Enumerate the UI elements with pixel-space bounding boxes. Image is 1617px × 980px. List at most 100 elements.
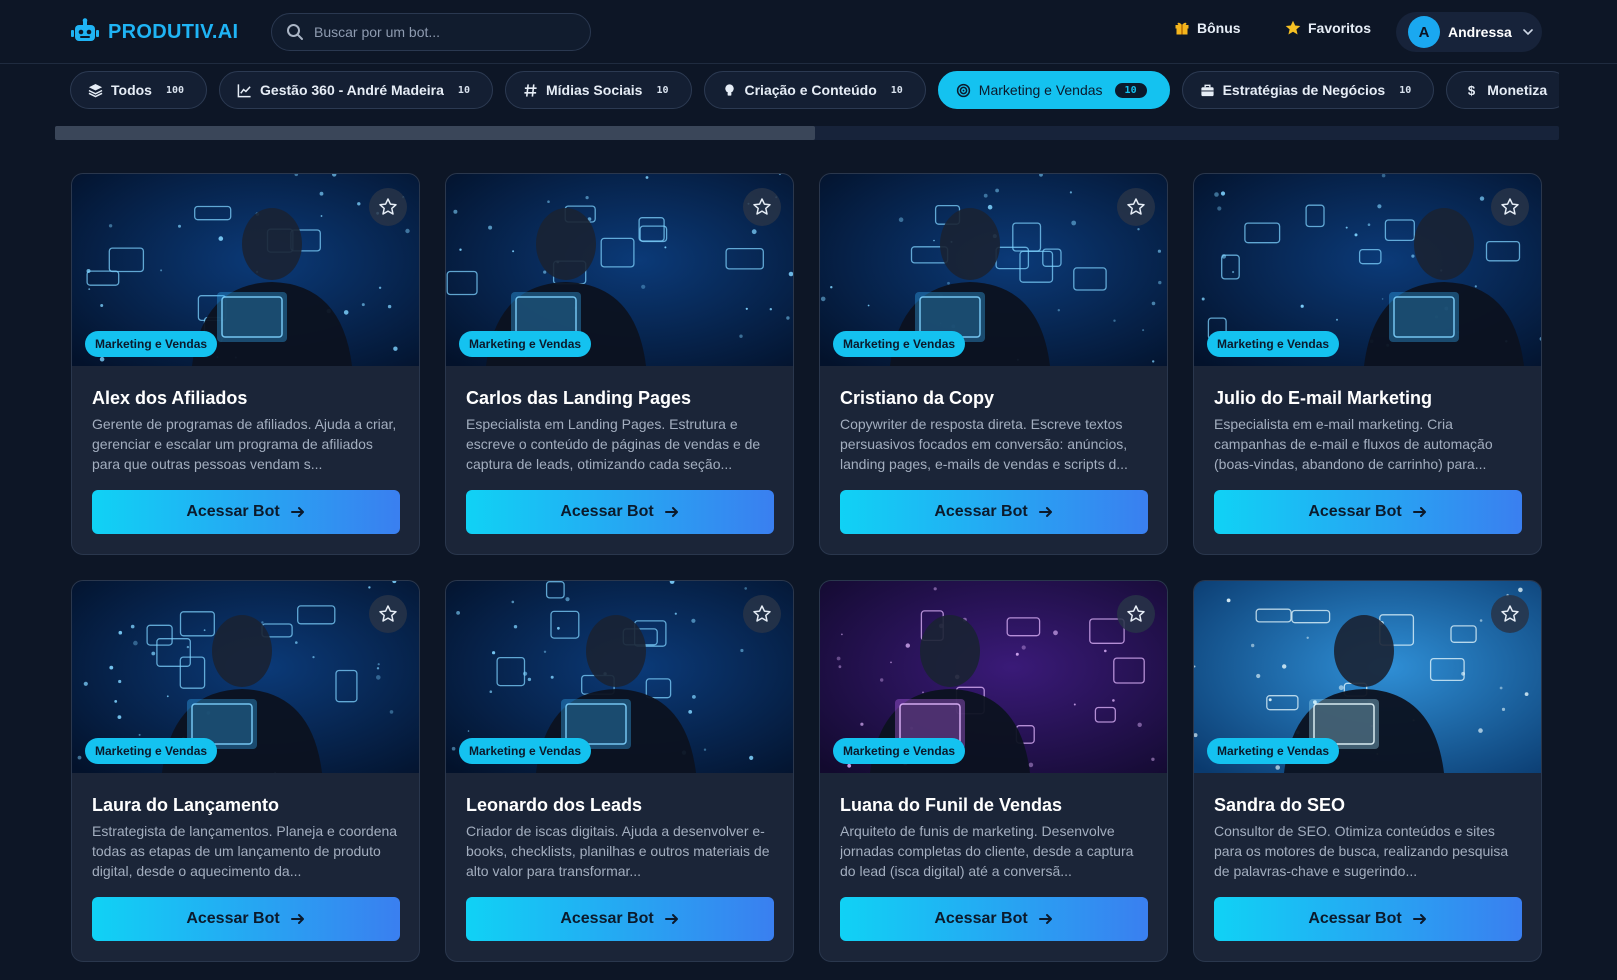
top-header: PRODUTIV.AI Bônus Favoritos A Andressa (0, 0, 1617, 64)
star-filled-icon (1285, 20, 1301, 35)
arrow-right-icon (664, 914, 678, 924)
arrow-right-icon (1038, 507, 1052, 517)
bot-card: Marketing e Vendas Laura do Lançamento Est… (71, 580, 420, 962)
tab-gestao-360-andre-madeira[interactable]: Gestão 360 - André Madeira 10 (219, 71, 493, 109)
favorite-button[interactable] (369, 595, 407, 633)
favorite-button[interactable] (1117, 188, 1155, 226)
favorite-button[interactable] (743, 188, 781, 226)
bot-thumbnail: Marketing e Vendas (820, 174, 1167, 366)
bot-card: Marketing e Vendas Carlos das Landing Pag… (445, 173, 794, 555)
arrow-right-icon (1038, 914, 1052, 924)
bot-description: Especialista em Landing Pages. Estrutura… (466, 416, 761, 472)
search-bar (271, 13, 591, 51)
favorite-button[interactable] (743, 595, 781, 633)
bot-card: Marketing e Vendas Leonardo dos Leads Cria… (445, 580, 794, 962)
bot-title: Sandra do SEO (1214, 795, 1346, 815)
layers-icon (88, 83, 103, 97)
tab-count: 10 (1114, 82, 1147, 98)
favorites-link[interactable]: Favoritos (1285, 20, 1371, 36)
target-icon (956, 83, 970, 97)
star-outline-icon (1127, 198, 1145, 215)
hashtag-icon (524, 83, 537, 97)
access-bot-label: Acessar Bot (186, 503, 280, 520)
tab-label: Marketing e Vendas (978, 82, 1103, 98)
tab-estrategias-de-negocios[interactable]: Estratégias de Negócios 10 (1181, 71, 1435, 109)
logo-text: PRODUTIV.AI (108, 20, 239, 43)
bot-description: Copywriter de resposta direta. Escreve t… (840, 416, 1128, 472)
access-bot-label: Acessar Bot (560, 910, 654, 927)
access-bot-button[interactable]: Acessar Bot (466, 490, 774, 534)
tab-criacao-e-conteudo[interactable]: Criação e Conteúdo 10 (703, 71, 926, 109)
arrow-right-icon (290, 914, 304, 924)
arrow-right-icon (290, 507, 304, 517)
bot-card: Marketing e Vendas Luana do Funil de Vend… (819, 580, 1168, 962)
category-badge: Marketing e Vendas (1207, 331, 1340, 357)
tab-monetiza[interactable]: $ Monetiza (1446, 71, 1559, 109)
tab-label: Todos (111, 82, 152, 98)
category-badge: Marketing e Vendas (459, 738, 592, 764)
bot-thumbnail: Marketing e Vendas (446, 174, 793, 366)
star-outline-icon (1127, 605, 1145, 622)
category-tabs: Todos 100 Gestão 360 - André Madeira 10 Mídi… (70, 71, 1559, 111)
access-bot-label: Acessar Bot (1308, 910, 1402, 927)
tab-label: Gestão 360 - André Madeira (260, 82, 444, 98)
bot-description: Gerente de programas de afiliados. Ajuda… (92, 416, 397, 472)
favorite-button[interactable] (1117, 595, 1155, 633)
tab-count: 100 (165, 84, 185, 96)
access-bot-label: Acessar Bot (1308, 503, 1402, 520)
access-bot-label: Acessar Bot (934, 503, 1028, 520)
access-bot-button[interactable]: Acessar Bot (1214, 897, 1522, 941)
bot-description: Especialista em e-mail marketing. Cria c… (1214, 416, 1493, 472)
bot-thumbnail: Marketing e Vendas (72, 581, 419, 773)
user-menu[interactable]: A Andressa (1396, 12, 1542, 52)
bot-title: Laura do Lançamento (92, 795, 280, 815)
access-bot-button[interactable]: Acessar Bot (92, 490, 400, 534)
access-bot-button[interactable]: Acessar Bot (840, 490, 1148, 534)
bot-title: Julio do E-mail Marketing (1214, 388, 1433, 408)
arrow-right-icon (1412, 914, 1426, 924)
bot-thumbnail: Marketing e Vendas (1194, 174, 1541, 366)
tab-midias-sociais[interactable]: Mídias Sociais 10 (504, 71, 692, 109)
search-icon (287, 24, 303, 40)
bot-title: Carlos das Landing Pages (466, 388, 692, 408)
bot-title: Luana do Funil de Vendas (840, 795, 1063, 815)
bot-description: Arquiteto de funis de marketing. Desenvo… (840, 823, 1134, 879)
robot-icon (71, 18, 99, 41)
bot-title: Alex dos Afiliados (92, 388, 248, 408)
access-bot-button[interactable]: Acessar Bot (466, 897, 774, 941)
bot-description: Criador de iscas digitais. Ajuda a desen… (466, 823, 770, 879)
bot-card: Marketing e Vendas Julio do E-mail Market… (1193, 173, 1542, 555)
logo[interactable]: PRODUTIV.AI (70, 16, 238, 48)
category-badge: Marketing e Vendas (85, 738, 218, 764)
tab-marketing-e-vendas[interactable]: Marketing e Vendas 10 (937, 71, 1170, 109)
access-bot-button[interactable]: Acessar Bot (840, 897, 1148, 941)
favorite-button[interactable] (1491, 188, 1529, 226)
tabs-scrollbar[interactable] (55, 126, 1559, 140)
favorites-label: Favoritos (1308, 20, 1372, 36)
star-outline-icon (1501, 605, 1519, 622)
bot-card: Marketing e Vendas Cristiano da Copy Copyw… (819, 173, 1168, 555)
bonus-link[interactable]: Bônus (1174, 20, 1241, 36)
favorite-button[interactable] (369, 188, 407, 226)
access-bot-button[interactable]: Acessar Bot (1214, 490, 1522, 534)
category-badge: Marketing e Vendas (1207, 738, 1340, 764)
tab-todos[interactable]: Todos 100 (70, 71, 208, 109)
gift-icon (1175, 22, 1189, 35)
access-bot-button[interactable]: Acessar Bot (92, 897, 400, 941)
tab-count: 10 (457, 84, 470, 96)
bonus-label: Bônus (1197, 20, 1241, 36)
bot-description: Consultor de SEO. Otimiza conteúdos e si… (1214, 823, 1509, 879)
arrow-right-icon (1412, 507, 1426, 517)
favorite-button[interactable] (1491, 595, 1529, 633)
search-input[interactable] (314, 24, 554, 40)
category-badge: Marketing e Vendas (459, 331, 592, 357)
access-bot-label: Acessar Bot (560, 503, 654, 520)
tabs-scrollbar-thumb[interactable] (55, 126, 815, 140)
tab-label: Mídias Sociais (545, 82, 643, 98)
bot-card: Marketing e Vendas Alex dos Afiliados Gere… (71, 173, 420, 555)
lightbulb-icon (724, 83, 734, 96)
star-outline-icon (753, 198, 771, 215)
bot-thumbnail: Marketing e Vendas (1194, 581, 1541, 773)
tab-count: 10 (890, 84, 903, 96)
user-name: Andressa (1448, 24, 1512, 40)
